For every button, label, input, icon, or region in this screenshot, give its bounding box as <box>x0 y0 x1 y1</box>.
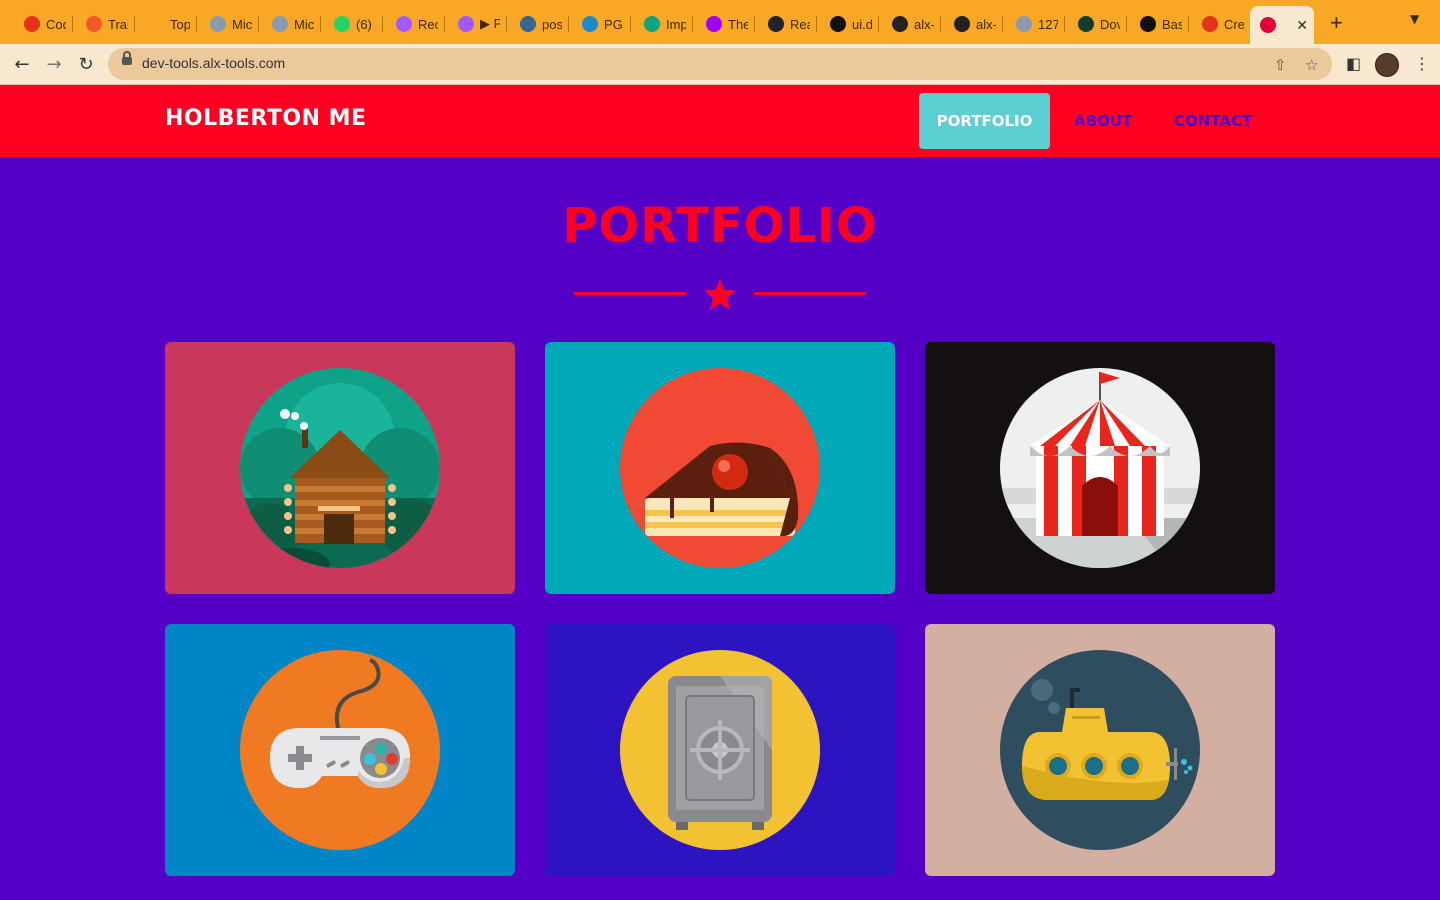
browser-tab[interactable]: ui.d <box>816 8 878 40</box>
submarine-icon <box>1000 650 1200 850</box>
share-icon[interactable]: ⇧ <box>1274 56 1287 74</box>
game-controller-icon <box>240 650 440 850</box>
browser-tab[interactable]: Rea <box>754 8 816 40</box>
tab-title: alx- <box>976 16 996 32</box>
browser-tab[interactable]: Dov <box>1064 8 1126 40</box>
u-logo-icon <box>830 16 846 32</box>
browser-tab[interactable]: pos <box>506 8 568 40</box>
star-icon <box>704 279 736 310</box>
info-icon <box>706 16 722 32</box>
globe-icon <box>210 16 226 32</box>
figma-icon <box>458 16 474 32</box>
tab-title: PG <box>604 16 623 32</box>
globe-icon <box>1016 16 1032 32</box>
holberton-icon <box>1260 17 1276 33</box>
browser-tab[interactable]: Mic <box>258 8 320 40</box>
portfolio-card-submarine[interactable] <box>925 624 1275 876</box>
check-circle-icon <box>148 16 164 32</box>
whatsapp-icon <box>334 16 350 32</box>
browser-tab[interactable]: Cre <box>1188 8 1250 40</box>
leaf-icon <box>1078 16 1094 32</box>
browser-tab[interactable]: (6) <box>320 8 382 40</box>
tab-title: (6) <box>356 16 372 32</box>
browser-tab[interactable]: Rec <box>382 8 444 40</box>
profile-avatar[interactable] <box>1375 53 1399 77</box>
m-logo-icon <box>24 16 40 32</box>
lock-icon[interactable] <box>122 51 132 65</box>
tab-title: pos <box>542 16 562 32</box>
tab-title: ui.d <box>852 16 872 32</box>
tab-title: The <box>728 16 748 32</box>
tab-title: Bas <box>1162 16 1182 32</box>
log-cabin-icon <box>240 368 440 568</box>
browser-tab-strip: + ▼ Cod Trai Top Mic Mic (6) Rec ▶ P pos PG Imp Th… <box>0 0 1440 44</box>
tab-title: 127 <box>1038 16 1058 32</box>
cake-icon <box>620 368 820 568</box>
portfolio-card-controller[interactable] <box>165 624 515 876</box>
tab-title: Cod <box>46 16 66 32</box>
circus-tent-icon <box>1000 368 1200 568</box>
portfolio-card-circus[interactable] <box>925 342 1275 594</box>
browser-tab[interactable]: Cod <box>10 8 72 40</box>
reload-button[interactable]: ↻ <box>74 52 98 76</box>
tab-title: ▶ P <box>480 16 500 31</box>
safe-icon <box>620 650 820 850</box>
forward-button[interactable]: → <box>42 52 66 76</box>
nest-icon <box>1140 16 1156 32</box>
browser-tab[interactable]: PG <box>568 8 630 40</box>
tab-title: Cre <box>1224 16 1244 32</box>
nav-about[interactable]: ABOUT <box>1058 93 1148 149</box>
site-header: HOLBERTON ME PORTFOLIO ABOUT CONTACT <box>0 85 1440 157</box>
react-icon <box>768 16 784 32</box>
tab-title: alx- <box>914 16 934 32</box>
tab-search-chevron-icon[interactable]: ▼ <box>1410 12 1419 26</box>
tab-title: Imp <box>666 16 686 32</box>
back-button[interactable]: ← <box>10 52 34 76</box>
nav-portfolio[interactable]: PORTFOLIO <box>919 93 1050 149</box>
divider-line-right <box>754 292 866 295</box>
tab-title: Top <box>170 16 190 32</box>
browser-toolbar: ← → ↻ dev-tools.alx-tools.com ⇧ ☆ ◧ ⋮ <box>0 44 1440 85</box>
openai-icon <box>644 16 660 32</box>
figma-icon <box>396 16 412 32</box>
tab-title: Rec <box>418 16 438 32</box>
globe-icon <box>272 16 288 32</box>
browser-tab[interactable]: Trai <box>72 8 134 40</box>
browser-tab[interactable]: 127 <box>1002 8 1064 40</box>
browser-tab[interactable]: Mic <box>196 8 258 40</box>
kebab-menu-icon[interactable]: ⋮ <box>1414 54 1430 73</box>
url-text[interactable]: dev-tools.alx-tools.com <box>142 55 285 71</box>
site-brand[interactable]: HOLBERTON ME <box>165 106 367 131</box>
bookmark-star-icon[interactable]: ☆ <box>1305 56 1318 74</box>
browser-tab[interactable]: ▶ P <box>444 8 506 40</box>
portfolio-card-safe[interactable] <box>545 624 895 876</box>
tab-title: Dov <box>1100 16 1120 32</box>
address-bar[interactable]: dev-tools.alx-tools.com ⇧ ☆ <box>108 48 1332 80</box>
portfolio-title: PORTFOLIO <box>562 198 878 254</box>
tab-title: Rea <box>790 16 810 32</box>
nav-contact[interactable]: CONTACT <box>1158 93 1268 149</box>
tab-title: Trai <box>108 16 128 32</box>
tab-title: Mic <box>232 16 252 32</box>
browser-tab[interactable]: alx- <box>940 8 1002 40</box>
mi-logo-icon <box>1202 16 1218 32</box>
browser-tab[interactable]: Bas <box>1126 8 1188 40</box>
browser-tab[interactable]: I✕ <box>1250 6 1314 44</box>
close-tab-icon[interactable]: ✕ <box>1296 17 1308 34</box>
divider-line-left <box>574 292 686 295</box>
browser-tab[interactable]: Imp <box>630 8 692 40</box>
tab-title: Mic <box>294 16 314 32</box>
portfolio-card-cake[interactable] <box>545 342 895 594</box>
browser-tab[interactable]: The <box>692 8 754 40</box>
portfolio-card-cabin[interactable] <box>165 342 515 594</box>
browser-tab[interactable]: Top <box>134 8 196 40</box>
react-icon <box>582 16 598 32</box>
postgres-icon <box>520 16 536 32</box>
grid-icon <box>86 16 102 32</box>
github-icon <box>954 16 970 32</box>
browser-tab[interactable]: alx- <box>878 8 940 40</box>
new-tab-button[interactable]: + <box>1330 12 1343 34</box>
side-panel-icon[interactable]: ◧ <box>1346 54 1361 73</box>
github-icon <box>892 16 908 32</box>
